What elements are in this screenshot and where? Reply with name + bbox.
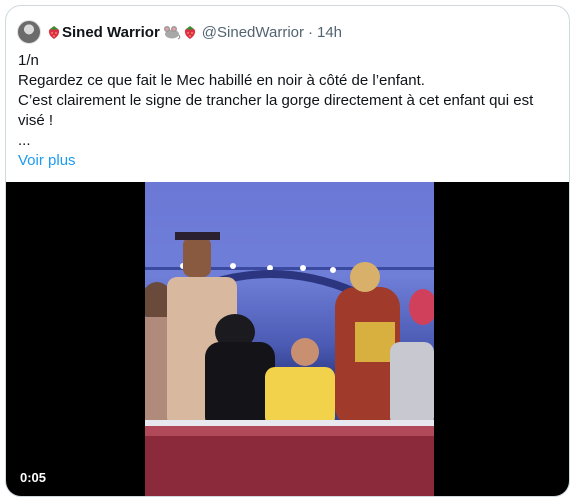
see-more-link[interactable]: Voir plus xyxy=(18,151,558,171)
display-name[interactable]: Sined Warrior xyxy=(62,24,160,41)
avatar[interactable] xyxy=(17,20,41,44)
video-player[interactable]: 0:05 xyxy=(6,182,569,496)
timestamp[interactable]: 14h xyxy=(317,24,342,41)
tweet-line: C’est clairement le signe de trancher la… xyxy=(18,92,534,129)
strawberry-emoji-icon xyxy=(184,25,195,39)
strawberry-emoji-icon xyxy=(48,25,60,39)
user-handle[interactable]: @SinedWarrior xyxy=(202,24,304,41)
tweet-text: 1/n Regardez ce que fait le Mec habillé … xyxy=(18,51,558,171)
tweet-line: 1/n xyxy=(18,52,39,69)
tweet-card[interactable]: Sined Warrior @SinedWarrior · 14h 1/n Re… xyxy=(5,5,570,497)
mouse-emoji-icon xyxy=(163,25,181,39)
separator-dot: · xyxy=(308,23,313,41)
tweet-line: Regardez ce que fait le Mec habillé en n… xyxy=(18,72,425,89)
tweet-header: Sined Warrior @SinedWarrior · 14h xyxy=(17,20,342,44)
video-duration: 0:05 xyxy=(15,468,52,487)
video-frame[interactable] xyxy=(145,182,434,496)
video-still xyxy=(145,232,434,496)
tweet-line: ... xyxy=(18,132,31,149)
